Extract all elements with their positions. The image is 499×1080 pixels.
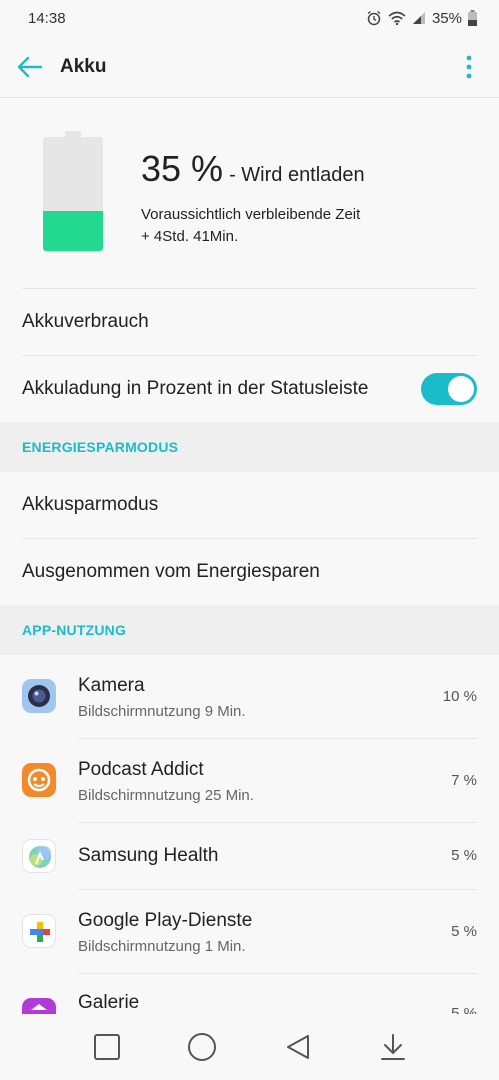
arrow-left-icon	[17, 56, 43, 77]
app-usage-row-galerie[interactable]: Galerie 5 %	[0, 974, 499, 1014]
app-detail: Bildschirmnutzung 1 Min.	[78, 938, 246, 955]
status-battery-text: 35%	[431, 9, 462, 27]
remaining-time-label: Voraussichtlich verbleibende Zeit	[141, 206, 361, 223]
battery-status-icon	[468, 10, 477, 26]
app-usage-row-google-play-services[interactable]: Google Play-Dienste Bildschirmnutzung 1 …	[0, 890, 499, 973]
app-percent: 7 %	[451, 772, 477, 789]
app-detail: Bildschirmnutzung 25 Min.	[78, 787, 254, 804]
app-percent: 5 %	[451, 1005, 477, 1014]
app-name: Samsung Health	[78, 845, 219, 866]
alarm-icon	[367, 10, 381, 26]
app-usage-row-kamera[interactable]: Kamera Bildschirmnutzung 9 Min. 10 %	[0, 655, 499, 738]
signal-icon	[412, 12, 425, 24]
arrow-down-to-line-icon	[381, 1034, 405, 1060]
podcast-icon	[22, 763, 56, 797]
app-detail: Bildschirmnutzung 9 Min.	[78, 703, 246, 720]
app-name: Podcast Addict	[78, 759, 204, 780]
navigation-bar	[0, 1014, 499, 1080]
wifi-icon	[388, 11, 406, 25]
health-icon	[22, 839, 56, 873]
battery-state: - Wird entladen	[229, 164, 365, 186]
back-button[interactable]	[0, 36, 60, 98]
back-nav-button[interactable]	[281, 1030, 315, 1064]
app-usage-row-samsung-health[interactable]: Samsung Health 5 %	[0, 823, 499, 889]
battery-summary: 35 % - Wird entladen Voraussichtlich ver…	[0, 98, 499, 288]
battery-saver-label: Akkusparmodus	[22, 494, 159, 515]
battery-percent: 35 %	[141, 148, 224, 189]
circle-icon	[188, 1033, 216, 1061]
battery-text: 35 % - Wird entladen Voraussichtlich ver…	[141, 148, 481, 248]
battery-body	[43, 137, 103, 251]
app-name: Google Play-Dienste	[78, 910, 253, 931]
app-name: Kamera	[78, 675, 145, 696]
app-usage-row-podcast-addict[interactable]: Podcast Addict Bildschirmnutzung 25 Min.…	[0, 739, 499, 822]
camera-icon	[22, 679, 56, 713]
battery-graphic	[43, 131, 103, 251]
app-bar: Akku	[0, 36, 499, 98]
recent-apps-button[interactable]	[90, 1030, 124, 1064]
app-percent: 5 %	[451, 923, 477, 940]
more-options-button[interactable]	[439, 36, 499, 98]
app-name: Galerie	[78, 992, 140, 1013]
status-bar: 14:38 35%	[0, 0, 499, 36]
square-icon	[94, 1034, 120, 1060]
section-header-power-saving: ENERGIESPARMODUS	[0, 422, 499, 472]
play-services-icon	[22, 914, 56, 948]
more-vertical-icon	[466, 55, 472, 78]
percent-in-status-toggle[interactable]	[421, 373, 477, 405]
battery-saver-item[interactable]: Akkusparmodus	[0, 472, 499, 538]
battery-usage-item[interactable]: Akkuverbrauch	[0, 289, 499, 355]
percent-in-status-label: Akkuladung in Prozent in der Statusleist…	[22, 378, 369, 399]
section-header-app-usage: APP-NUTZUNG	[0, 605, 499, 655]
home-button[interactable]	[185, 1030, 219, 1064]
exempt-from-saving-label: Ausgenommen vom Energiesparen	[22, 561, 320, 582]
exempt-from-saving-item[interactable]: Ausgenommen vom Energiesparen	[0, 539, 499, 605]
status-icons: 35%	[366, 10, 477, 27]
notification-pull-button[interactable]	[376, 1030, 410, 1064]
app-percent: 10 %	[442, 688, 477, 705]
battery-fill-level	[43, 211, 103, 251]
app-percent: 5 %	[451, 847, 477, 864]
battery-usage-label: Akkuverbrauch	[22, 311, 149, 332]
status-time: 14:38	[28, 9, 66, 27]
remaining-time-value: + 4Std. 41Min.	[141, 228, 239, 245]
gallery-icon	[22, 998, 56, 1014]
triangle-back-icon	[287, 1035, 309, 1059]
page-title: Akku	[60, 55, 107, 77]
percent-in-status-item[interactable]: Akkuladung in Prozent in der Statusleist…	[0, 356, 499, 422]
toggle-knob	[448, 376, 474, 402]
